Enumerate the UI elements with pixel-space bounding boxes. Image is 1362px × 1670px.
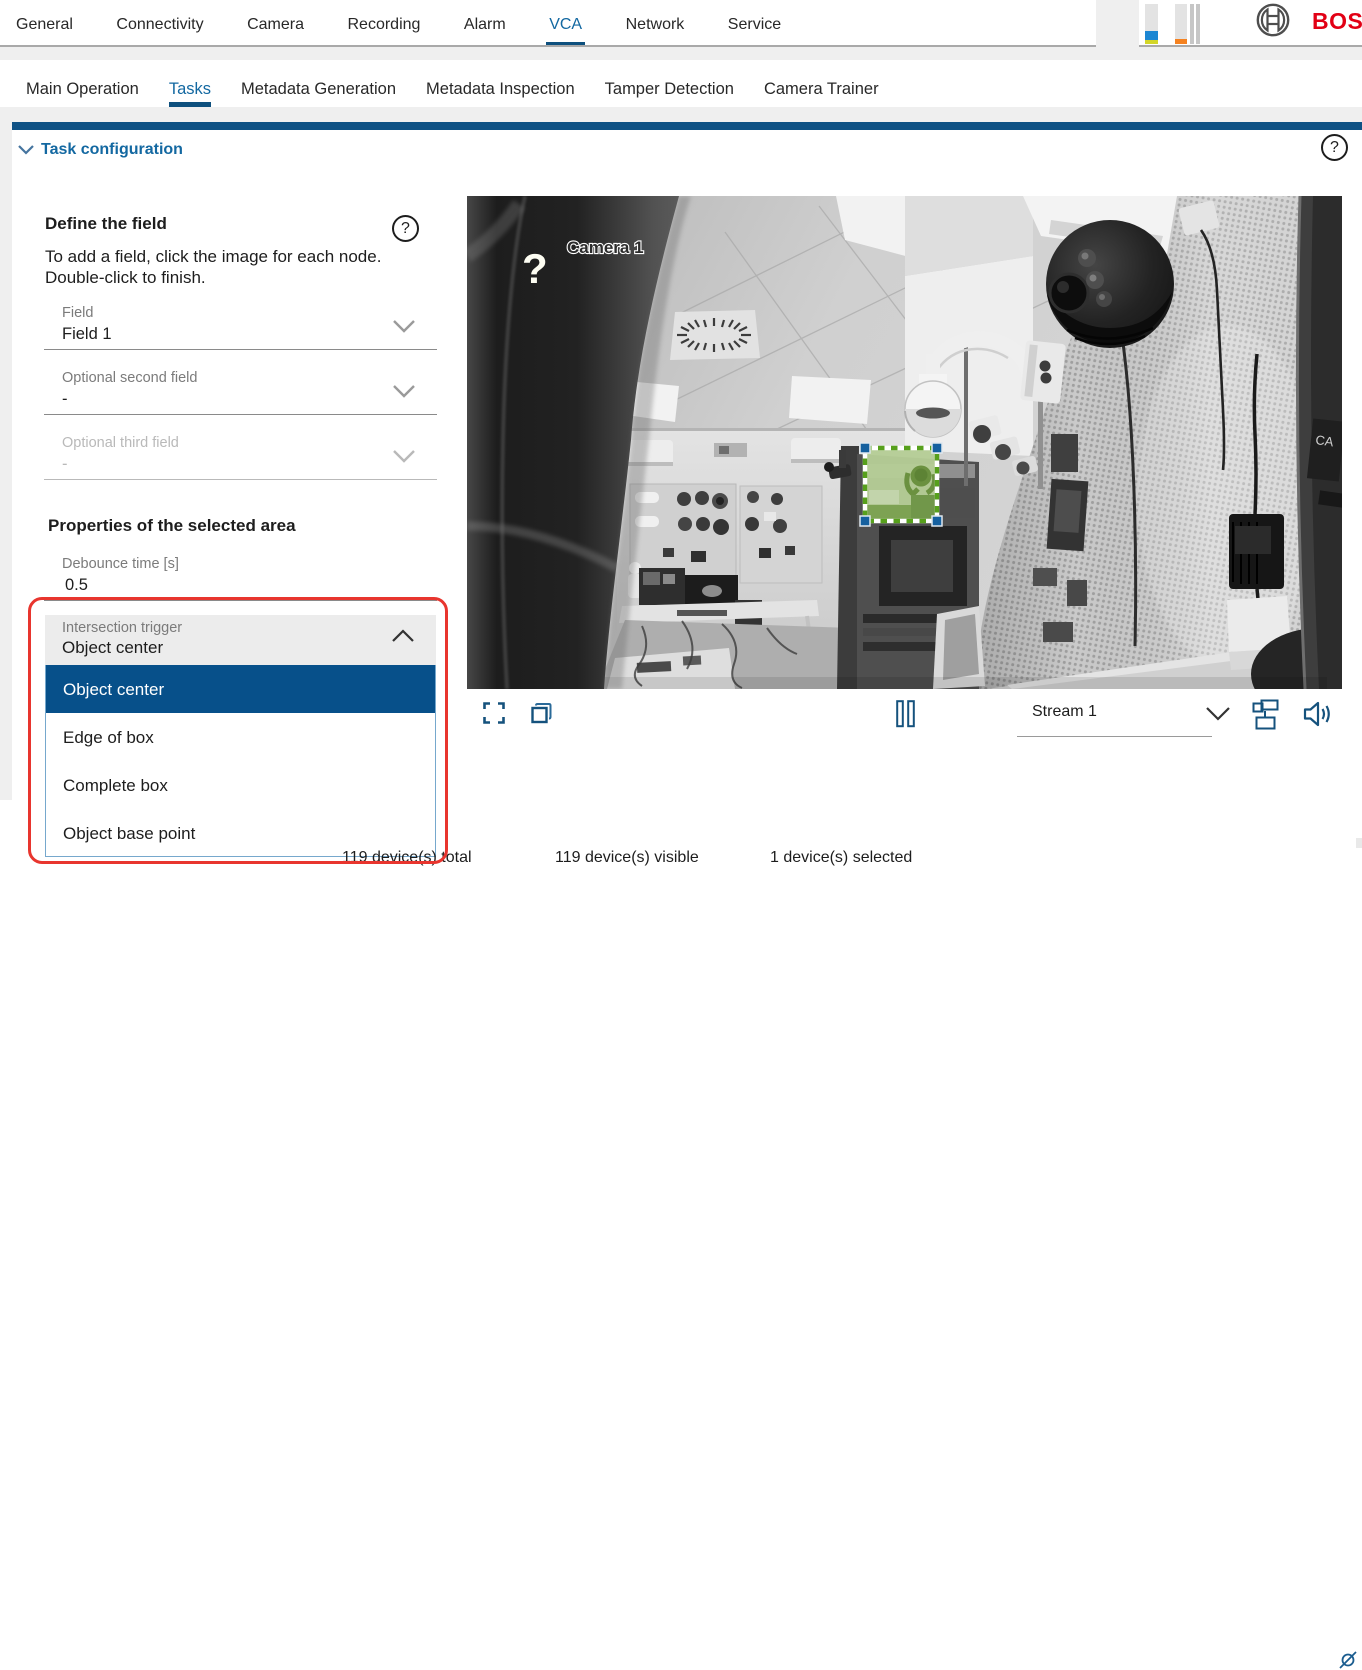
svg-text:?: ? — [522, 245, 548, 292]
svg-text:CA: CA — [1315, 432, 1335, 449]
svg-text:Camera 1: Camera 1 — [567, 238, 644, 257]
